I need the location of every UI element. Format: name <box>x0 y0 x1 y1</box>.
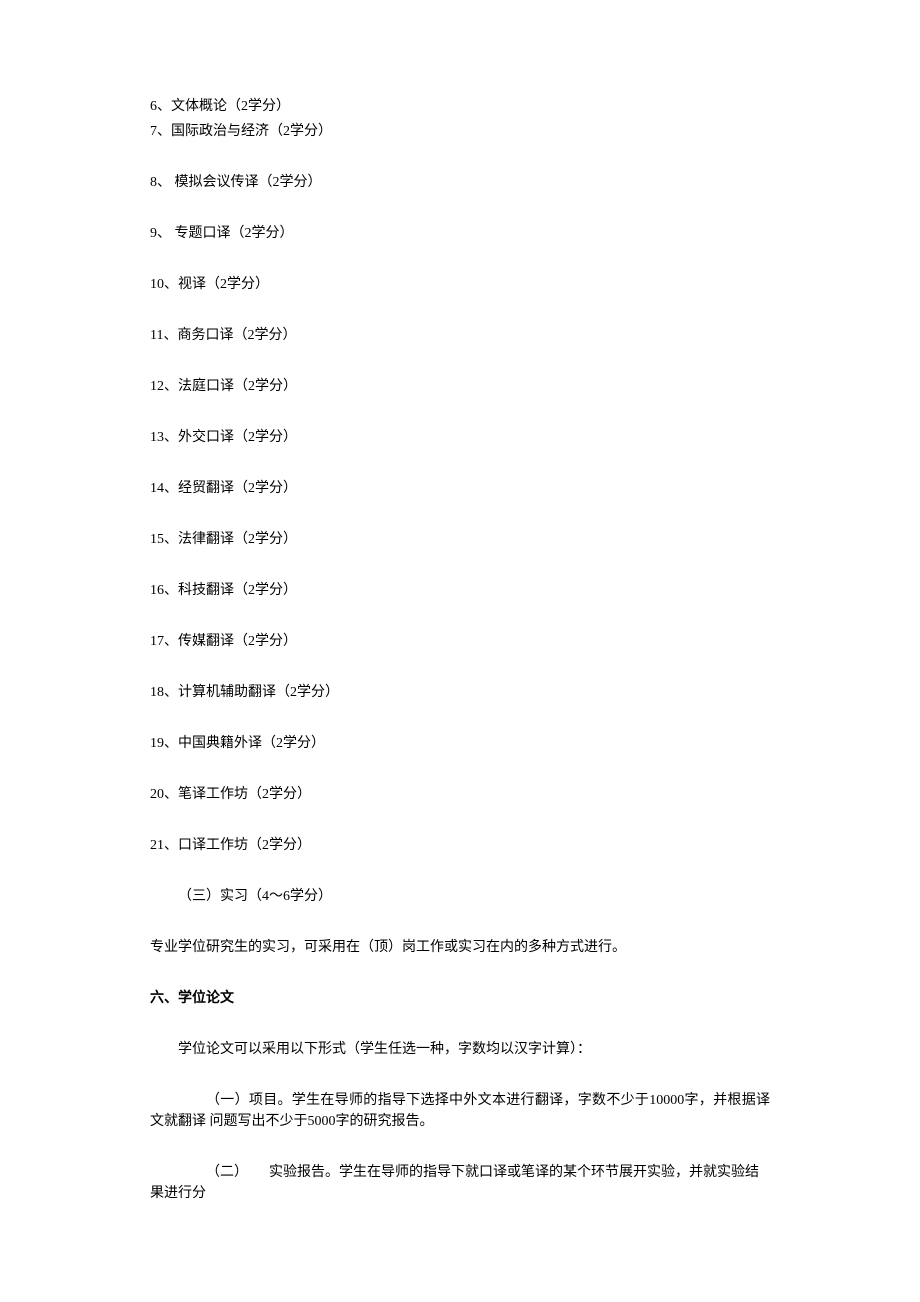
course-item-19: 19、中国典籍外译（2学分） <box>150 733 770 754</box>
course-item-6: 6、文体概论（2学分） <box>150 96 770 117</box>
course-item-11: 11、商务口译（2学分） <box>150 325 770 346</box>
course-item-8: 8、 模拟会议传译（2学分） <box>150 172 770 193</box>
course-item-10: 10、视译（2学分） <box>150 274 770 295</box>
course-item-9: 9、 专题口译（2学分） <box>150 223 770 244</box>
course-item-7: 7、国际政治与经济（2学分） <box>150 121 770 142</box>
heading-six: 六、学位论文 <box>150 988 770 1009</box>
thesis-item-2: （二） 实验报告。学生在导师的指导下就口译或笔译的某个环节展开实验，并就实验结果… <box>150 1162 770 1204</box>
course-item-21: 21、口译工作坊（2学分） <box>150 835 770 856</box>
section-three-heading: （三）实习（4〜6学分） <box>150 886 770 907</box>
course-item-12: 12、法庭口译（2学分） <box>150 376 770 397</box>
course-item-14: 14、经贸翻译（2学分） <box>150 478 770 499</box>
document-page: 6、文体概论（2学分） 7、国际政治与经济（2学分） 8、 模拟会议传译（2学分… <box>0 0 920 1302</box>
course-item-15: 15、法律翻译（2学分） <box>150 529 770 550</box>
course-item-16: 16、科技翻译（2学分） <box>150 580 770 601</box>
course-item-18: 18、计算机辅助翻译（2学分） <box>150 682 770 703</box>
course-item-20: 20、笔译工作坊（2学分） <box>150 784 770 805</box>
course-item-13: 13、外交口译（2学分） <box>150 427 770 448</box>
internship-paragraph: 专业学位研究生的实习，可采用在（顶）岗工作或实习在内的多种方式进行。 <box>150 937 770 958</box>
thesis-item-1: （一）项目。学生在导师的指导下选择中外文本进行翻译，字数不少于10000字，并根… <box>150 1090 770 1132</box>
course-item-17: 17、传媒翻译（2学分） <box>150 631 770 652</box>
thesis-intro-paragraph: 学位论文可以采用以下形式（学生任选一种，字数均以汉字计算）： <box>150 1039 770 1060</box>
